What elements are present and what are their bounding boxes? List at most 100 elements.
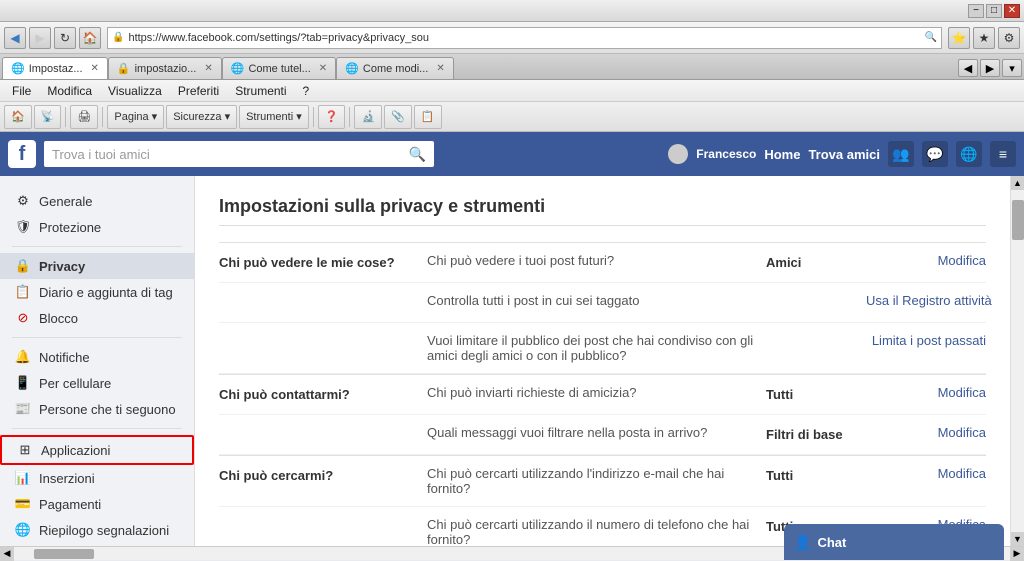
scrollbar-left-btn[interactable]: ◀ — [0, 547, 14, 561]
home-icon: 🏠 — [11, 110, 25, 123]
tab-favicon-1: 🔒 — [117, 62, 131, 75]
v-amicizia: Tutti — [766, 385, 866, 402]
add-favorites-button[interactable]: ★ — [973, 27, 995, 49]
sidebar-item-generale[interactable]: ⚙ Generale — [0, 188, 194, 214]
content-telefono: Chi può cercarti utilizzando il numero d… — [419, 517, 766, 546]
tab-2[interactable]: 🌐 Come tutel... ✕ — [222, 57, 336, 79]
search-icon: 🔍 — [409, 146, 426, 163]
facebook-container: f Trova i tuoi amici 🔍 Francesco Home Tr… — [0, 132, 1024, 560]
sidebar-sep-1 — [12, 246, 182, 247]
sidebar-item-diario[interactable]: 📋 Diario e aggiunta di tag — [0, 279, 194, 305]
fb-home-link[interactable]: Home — [764, 147, 800, 162]
sidebar-item-privacy[interactable]: 🔒 Privacy — [0, 253, 194, 279]
scrollbar-down[interactable]: ▼ — [1011, 532, 1024, 546]
toolbar-print[interactable]: 🖨 — [70, 105, 98, 129]
fb-globe-icon[interactable]: 🌐 — [956, 141, 982, 167]
tab-close-3[interactable]: ✕ — [436, 63, 444, 74]
link-email[interactable]: Modifica — [938, 466, 986, 481]
section-vedere-header: Chi può vedere le mie cose? Chi può vede… — [219, 243, 986, 283]
fb-find-friends-link[interactable]: Trova amici — [808, 147, 880, 162]
favorites-button[interactable]: ⭐ — [948, 27, 970, 49]
tab-close-1[interactable]: ✕ — [204, 63, 212, 74]
scrollbar-right-btn[interactable]: ▶ — [1010, 547, 1024, 561]
fb-username[interactable]: Francesco — [696, 147, 756, 161]
fb-body: ⚙ Generale 🛡 Protezione 🔒 Privacy 📋 Diar… — [0, 176, 1024, 546]
sidebar-item-applicazioni[interactable]: ⊞ Applicazioni — [0, 435, 194, 465]
refresh-button[interactable]: ↻ — [54, 27, 76, 49]
close-button[interactable]: ✕ — [1004, 4, 1020, 18]
tab-close-2[interactable]: ✕ — [319, 63, 327, 74]
forward-button[interactable]: ▶ — [29, 27, 51, 49]
tab-label-1: impostazio... — [135, 63, 197, 75]
tab-close-0[interactable]: ✕ — [91, 63, 99, 74]
label-registro-empty — [219, 293, 419, 295]
scrollbar-thumb[interactable] — [1012, 200, 1024, 240]
toolbar-help[interactable]: ❓ — [318, 105, 346, 129]
a-messaggi: Modifica — [866, 425, 986, 440]
v-email: Tutti — [766, 466, 866, 483]
fb-logo[interactable]: f — [8, 140, 36, 168]
a-registro: Usa il Registro attività — [866, 293, 986, 308]
address-go: 🔍 — [925, 32, 937, 43]
label-limita-empty — [219, 333, 419, 335]
toolbar-sep-4 — [349, 107, 350, 127]
link-messaggi[interactable]: Modifica — [938, 425, 986, 440]
scrollbar-h-thumb[interactable] — [34, 549, 94, 559]
a-amicizia: Modifica — [866, 385, 986, 400]
tab-0[interactable]: 🌐 Impostaz... ✕ — [2, 57, 108, 79]
link-limita[interactable]: Limita i post passati — [872, 333, 986, 348]
tab-right-buttons: ◀ ▶ ▾ — [958, 59, 1022, 79]
menu-file[interactable]: File — [4, 82, 39, 100]
toolbar-home[interactable]: 🏠 — [4, 105, 32, 129]
link-registro[interactable]: Usa il Registro attività — [866, 293, 992, 308]
sidebar-item-pagamenti[interactable]: 💳 Pagamenti — [0, 491, 194, 517]
chat-bubble[interactable]: 👤 Chat — [784, 524, 1004, 560]
persone-icon: 📰 — [15, 401, 31, 417]
sidebar-item-persone[interactable]: 📰 Persone che ti seguono — [0, 396, 194, 422]
toolbar-sicurezza[interactable]: Sicurezza ▾ — [166, 105, 237, 129]
link-amicizia[interactable]: Modifica — [938, 385, 986, 400]
sidebar-label-riepilogo: Riepilogo segnalazioni — [39, 523, 169, 538]
fb-messages-icon[interactable]: 💬 — [922, 141, 948, 167]
link-post-futuri[interactable]: Modifica — [938, 253, 986, 268]
toolbar-extra2[interactable]: 📋 — [414, 105, 442, 129]
scrollbar-track — [1012, 190, 1024, 532]
row-registro: Controlla tutti i post in cui sei taggat… — [219, 283, 986, 323]
menu-visualizza[interactable]: Visualizza — [100, 82, 170, 100]
tab-list-button[interactable]: ▾ — [1002, 59, 1022, 77]
toolbar-pagina[interactable]: Pagina ▾ — [107, 105, 164, 129]
tab-scroll-left[interactable]: ◀ — [958, 59, 978, 77]
minimize-button[interactable]: − — [968, 4, 984, 18]
sidebar-item-notifiche[interactable]: 🔔 Notifiche — [0, 344, 194, 370]
content-registro: Controlla tutti i post in cui sei taggat… — [419, 293, 766, 308]
sidebar-label-notifiche: Notifiche — [39, 350, 90, 365]
sidebar-label-cellulare: Per cellulare — [39, 376, 111, 391]
fb-search-bar[interactable]: Trova i tuoi amici 🔍 — [44, 141, 434, 167]
toolbar-research[interactable]: 🔬 — [354, 105, 382, 129]
sidebar-item-protezione[interactable]: 🛡 Protezione — [0, 214, 194, 240]
sidebar-item-blocco[interactable]: ⊘ Blocco — [0, 305, 194, 331]
scrollbar-up[interactable]: ▲ — [1011, 176, 1024, 190]
home-button[interactable]: 🏠 — [79, 27, 101, 49]
toolbar-strumenti[interactable]: Strumenti ▾ — [239, 105, 309, 129]
address-bar[interactable]: 🔒 https://www.facebook.com/settings/?tab… — [107, 27, 942, 49]
menu-strumenti[interactable]: Strumenti — [227, 82, 294, 100]
toolbar-sep-2 — [102, 107, 103, 127]
maximize-button[interactable]: □ — [986, 4, 1002, 18]
toolbar-extra1[interactable]: 📎 — [384, 105, 412, 129]
menu-preferiti[interactable]: Preferiti — [170, 82, 227, 100]
tab-3[interactable]: 🌐 Come modi... ✕ — [336, 57, 454, 79]
fb-account-icon[interactable]: ≡ — [990, 141, 1016, 167]
sidebar-item-inserzioni[interactable]: 📊 Inserzioni — [0, 465, 194, 491]
sidebar-item-cellulare[interactable]: 📱 Per cellulare — [0, 370, 194, 396]
tab-1[interactable]: 🔒 impostazio... ✕ — [108, 57, 222, 79]
back-button[interactable]: ◀ — [4, 27, 26, 49]
toolbar-rss[interactable]: 📡 — [34, 105, 62, 129]
right-scrollbar[interactable]: ▲ ▼ — [1010, 176, 1024, 546]
fb-friends-icon[interactable]: 👥 — [888, 141, 914, 167]
tab-scroll-right[interactable]: ▶ — [980, 59, 1000, 77]
menu-modifica[interactable]: Modifica — [39, 82, 100, 100]
sidebar-item-riepilogo[interactable]: 🌐 Riepilogo segnalazioni — [0, 517, 194, 543]
tools-nav-button[interactable]: ⚙ — [998, 27, 1020, 49]
menu-help[interactable]: ? — [295, 82, 318, 100]
